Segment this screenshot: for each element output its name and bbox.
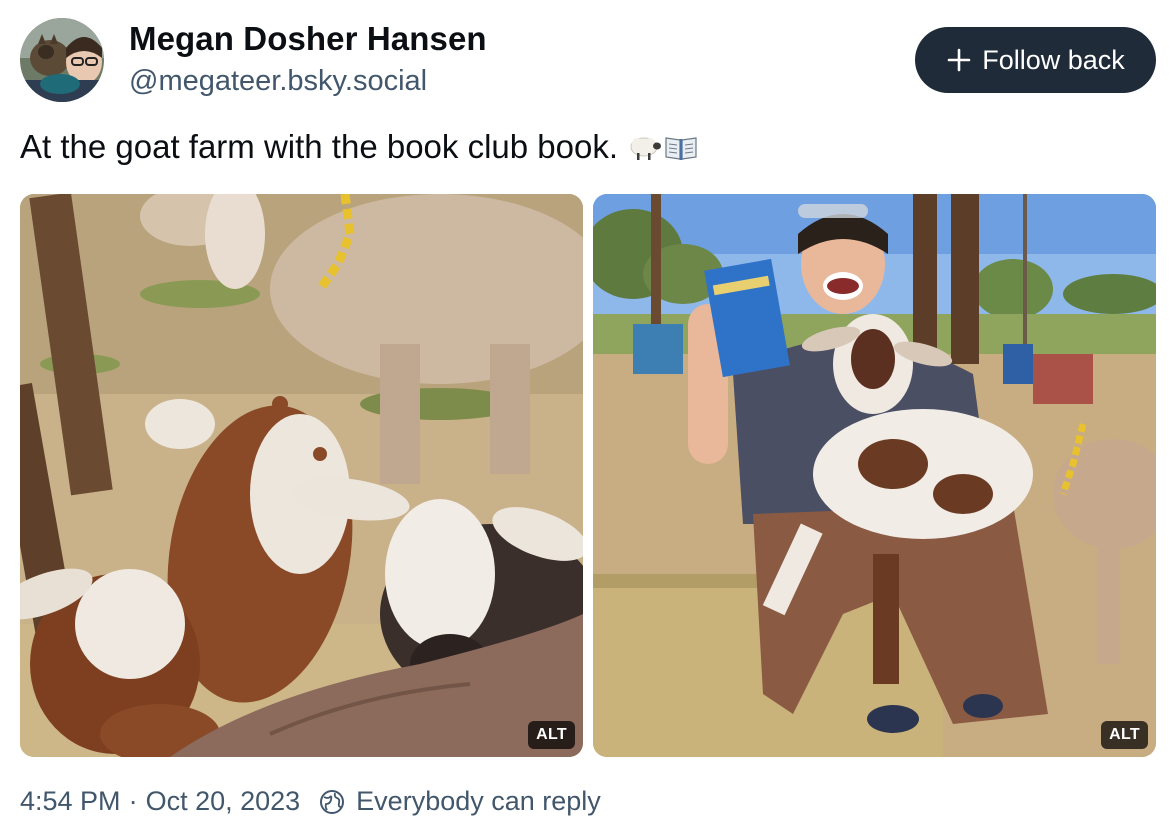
post-image-2[interactable]: ALT [593, 194, 1156, 757]
goat-kids-photo [20, 194, 583, 757]
follow-back-button[interactable]: Follow back [915, 27, 1156, 93]
post-image-1[interactable]: ALT [20, 194, 583, 757]
open-book-emoji-icon [665, 137, 697, 160]
author-handle[interactable]: @megateer.bsky.social [129, 65, 427, 98]
author-display-name[interactable]: Megan Dosher Hansen [129, 20, 487, 58]
alt-text-badge[interactable]: ALT [528, 721, 575, 749]
alt-text-badge[interactable]: ALT [1101, 721, 1148, 749]
sheep-emoji-icon [630, 137, 662, 160]
post-time[interactable]: 4:54 PM [20, 786, 121, 817]
plus-icon [947, 48, 971, 72]
reply-setting[interactable]: Everybody can reply [356, 786, 601, 817]
post-emoji-group [628, 132, 698, 162]
woman-with-goat-photo [593, 194, 1156, 757]
globe-reply-icon [320, 789, 345, 814]
follow-back-label: Follow back [982, 44, 1125, 75]
author-avatar[interactable] [20, 18, 104, 102]
post-meta-footer: 4:54 PM · Oct 20, 2023 Everybody can rep… [20, 786, 601, 817]
post-date[interactable]: Oct 20, 2023 [146, 786, 301, 817]
post-text: At the goat farm with the book club book… [20, 128, 698, 166]
meta-separator: · [128, 786, 138, 816]
avatar-photo [20, 18, 104, 102]
post-thread-view: Megan Dosher Hansen @megateer.bsky.socia… [0, 0, 1176, 832]
post-text-content: At the goat farm with the book club book… [20, 128, 619, 165]
